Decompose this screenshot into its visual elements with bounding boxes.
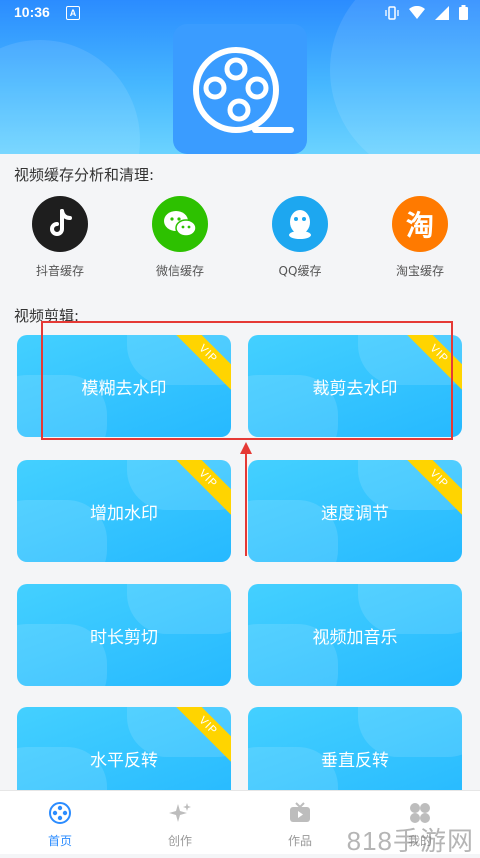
nav-label: 创作 [167, 834, 192, 848]
status-bar: 10:36 A [0, 0, 480, 26]
film-reel-icon [49, 802, 71, 824]
site-watermark: 818手游网 [346, 826, 474, 856]
cache-label: 微信缓存 [155, 264, 204, 278]
cache-item-taobao[interactable]: 淘 淘宝缓存 [370, 196, 470, 279]
nav-item-home[interactable]: 首页 [20, 801, 100, 849]
tile-add-watermark[interactable]: VIP 增加水印 [17, 460, 231, 562]
tiktok-icon [32, 196, 88, 252]
cache-label: 淘宝缓存 [395, 264, 444, 278]
nav-label: 首页 [47, 834, 72, 848]
wechat-icon [152, 196, 208, 252]
annotation-arrow-icon [240, 442, 252, 556]
tile-duration-cut[interactable]: 时长剪切 [17, 584, 231, 686]
nav-item-works[interactable]: 作品 [260, 801, 340, 849]
cache-item-qq[interactable]: QQ缓存 [250, 196, 350, 279]
status-icons [385, 5, 468, 20]
notification-a-icon: A [66, 6, 80, 20]
nav-label: 作品 [287, 834, 312, 848]
section-title-cache: 视频缓存分析和清理: [14, 166, 155, 184]
app-logo [173, 24, 307, 154]
film-reel-icon [193, 47, 294, 133]
taobao-icon: 淘 [392, 196, 448, 252]
signal-icon [435, 5, 449, 20]
cache-item-wechat[interactable]: 微信缓存 [130, 196, 230, 279]
battery-icon [459, 5, 468, 20]
cache-label: QQ缓存 [278, 264, 322, 278]
cache-apps-row: 抖音缓存 微信缓存 QQ缓存 淘 淘宝缓存 [0, 196, 480, 279]
qq-icon [272, 196, 328, 252]
tile-speed-adjust[interactable]: VIP 速度调节 [248, 460, 462, 562]
cache-label: 抖音缓存 [35, 264, 84, 278]
tile-label: 时长剪切 [90, 627, 158, 648]
cache-item-douyin[interactable]: 抖音缓存 [10, 196, 110, 279]
tile-add-music[interactable]: 视频加音乐 [248, 584, 462, 686]
tile-label: 速度调节 [321, 503, 389, 524]
nav-item-create[interactable]: 创作 [140, 801, 220, 849]
banner-decoration [0, 40, 140, 154]
wifi-icon [409, 5, 425, 19]
status-time: 10:36 [14, 4, 50, 20]
sparkle-icon [169, 803, 191, 822]
annotation-highlight-box [41, 321, 453, 440]
tv-icon [290, 802, 310, 822]
vibrate-icon [385, 5, 399, 20]
tile-label: 增加水印 [90, 503, 158, 524]
header-banner: 10:36 A [0, 0, 480, 154]
tile-label: 视频加音乐 [312, 627, 398, 648]
